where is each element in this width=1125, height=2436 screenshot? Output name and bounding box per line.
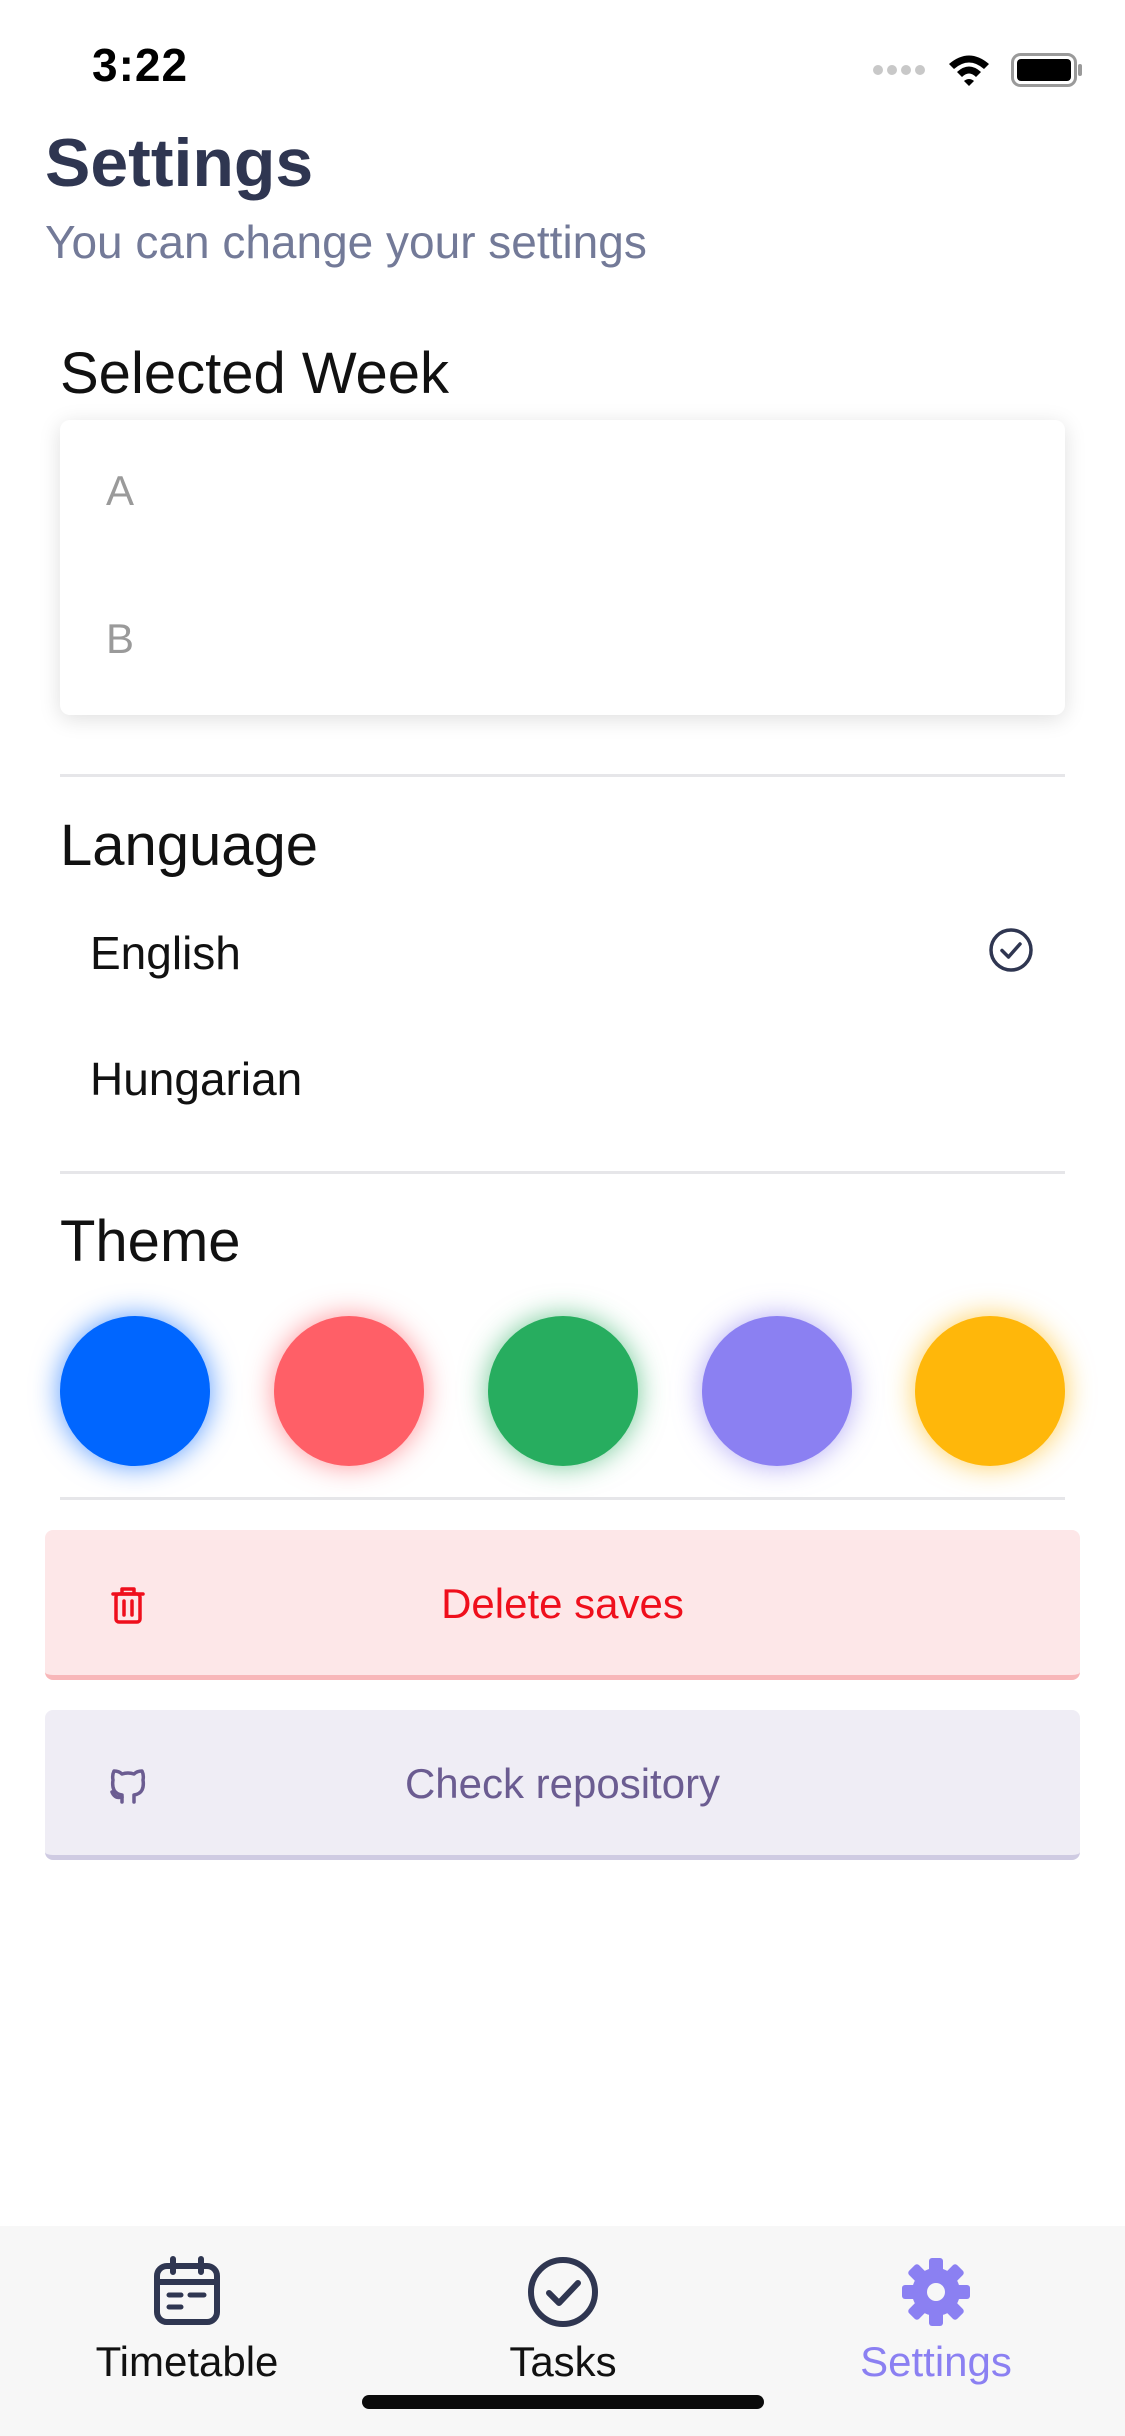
tab-settings[interactable]: Settings (786, 2256, 1086, 2426)
home-indicator (362, 2395, 764, 2409)
tab-label: Timetable (95, 2338, 279, 2385)
theme-color-purple[interactable] (702, 1316, 852, 1466)
week-picker[interactable]: A B (60, 420, 1065, 715)
tab-timetable[interactable]: Timetable (37, 2256, 337, 2426)
week-option-a[interactable]: A (106, 467, 134, 515)
calendar-icon (154, 2256, 220, 2325)
delete-saves-button[interactable]: Delete saves (45, 1530, 1080, 1680)
gear-icon (902, 2258, 970, 2326)
tab-label: Tasks (509, 2338, 617, 2385)
language-heading: Language (60, 813, 319, 878)
signal-icon (873, 65, 925, 75)
delete-saves-label: Delete saves (441, 1580, 684, 1627)
status-time: 3:22 (92, 39, 189, 91)
theme-heading: Theme (60, 1209, 241, 1274)
theme-color-red[interactable] (274, 1316, 424, 1466)
theme-color-blue[interactable] (60, 1316, 210, 1466)
battery-icon (1011, 53, 1082, 87)
check-circle-icon (528, 2257, 598, 2327)
tab-label: Settings (860, 2338, 1012, 2385)
week-option-b[interactable]: B (106, 615, 134, 663)
language-option-hungarian[interactable]: Hungarian (90, 1028, 1035, 1128)
page-subtitle: You can change your settings (45, 216, 647, 268)
check-circle-icon (989, 928, 1033, 972)
language-option-label: English (90, 927, 241, 979)
status-bar: 3:22 (0, 0, 1125, 132)
selected-week-heading: Selected Week (60, 341, 450, 406)
check-repository-label: Check repository (404, 1760, 721, 1807)
divider (60, 774, 1065, 777)
wifi-icon (949, 55, 989, 86)
divider (60, 1497, 1065, 1500)
language-option-label: Hungarian (90, 1053, 303, 1105)
check-repository-button[interactable]: Check repository (45, 1710, 1080, 1860)
divider (60, 1171, 1065, 1174)
theme-color-yellow[interactable] (915, 1316, 1065, 1466)
status-icons (873, 48, 1083, 92)
page-title: Settings (45, 125, 314, 201)
language-option-english[interactable]: English (90, 902, 1035, 1002)
theme-color-green[interactable] (488, 1316, 638, 1466)
